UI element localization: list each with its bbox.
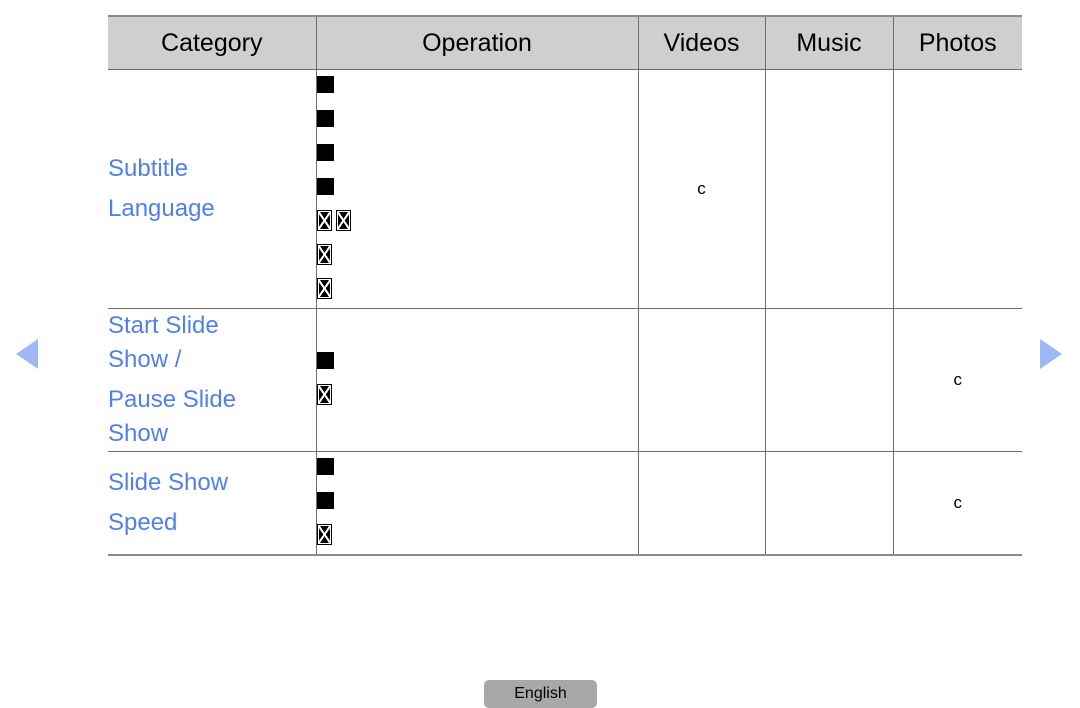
missing-glyph-box-icon (316, 278, 332, 299)
cell-photos-support (892, 69, 1022, 309)
previous-page-arrow-icon[interactable] (16, 339, 38, 369)
cell-music-support (764, 451, 894, 556)
manual-page: Category Operation Videos Music Photos S… (0, 0, 1080, 708)
cell-operation (315, 451, 639, 556)
filled-square-glyph-icon (316, 492, 334, 509)
category-label-line: Pause Slide Show (108, 386, 237, 447)
filled-square-glyph-icon (316, 144, 334, 161)
operation-line (316, 346, 638, 380)
cell-music-support (764, 69, 894, 309)
operation-line (316, 104, 638, 138)
table-row: Start Slide Show / Pause Slide Show c (108, 308, 1022, 452)
missing-glyph-box-icon (335, 210, 351, 231)
operation-line (316, 172, 638, 206)
language-button[interactable]: English (484, 680, 597, 708)
missing-glyph-box-icon (316, 384, 332, 405)
cell-operation (315, 308, 639, 452)
table-header-row: Category Operation Videos Music Photos (108, 15, 1022, 70)
column-header-music: Music (764, 15, 894, 70)
cell-music-support (764, 308, 894, 452)
missing-glyph-box-icon (316, 244, 332, 265)
table-body: Subtitle Language c Start Slide Show / P… (108, 69, 1022, 556)
operation-line (316, 138, 638, 172)
category-label-line: Language (108, 195, 215, 222)
cell-operation (315, 69, 639, 309)
category-label-line: Subtitle (108, 155, 189, 182)
operation-line (316, 380, 638, 414)
cell-videos-support: c (637, 69, 766, 309)
missing-glyph-box-icon (316, 524, 332, 545)
column-header-photos: Photos (892, 15, 1022, 70)
category-label-line: Speed (108, 509, 178, 536)
column-header-operation: Operation (315, 15, 639, 70)
cell-photos-support: c (892, 451, 1022, 556)
column-header-category: Category (108, 15, 317, 70)
column-header-videos: Videos (637, 15, 766, 70)
filled-square-glyph-icon (316, 110, 334, 127)
category-label-line: Slide Show (108, 469, 229, 496)
cell-videos-support (637, 451, 766, 556)
feature-support-table: Category Operation Videos Music Photos S… (108, 15, 1022, 556)
cell-category: Subtitle Language (108, 69, 317, 309)
operation-line (316, 452, 638, 486)
cell-category: Slide Show Speed (108, 451, 317, 556)
cell-videos-support (637, 308, 766, 452)
filled-square-glyph-icon (316, 458, 334, 475)
operation-line (316, 240, 638, 274)
table-row: Slide Show Speed c (108, 451, 1022, 556)
operation-line (316, 206, 638, 240)
operation-line (316, 274, 638, 308)
operation-line (316, 520, 638, 554)
cell-category: Start Slide Show / Pause Slide Show (108, 308, 317, 452)
operation-line (316, 486, 638, 520)
table-row: Subtitle Language c (108, 69, 1022, 309)
category-label-line: Start Slide Show / (108, 312, 219, 373)
operation-line (316, 70, 638, 104)
missing-glyph-box-icon (316, 210, 332, 231)
filled-square-glyph-icon (316, 178, 334, 195)
filled-square-glyph-icon (316, 352, 334, 369)
table-header: Category Operation Videos Music Photos (108, 15, 1022, 70)
cell-photos-support: c (892, 308, 1022, 452)
filled-square-glyph-icon (316, 76, 334, 93)
next-page-arrow-icon[interactable] (1040, 339, 1062, 369)
